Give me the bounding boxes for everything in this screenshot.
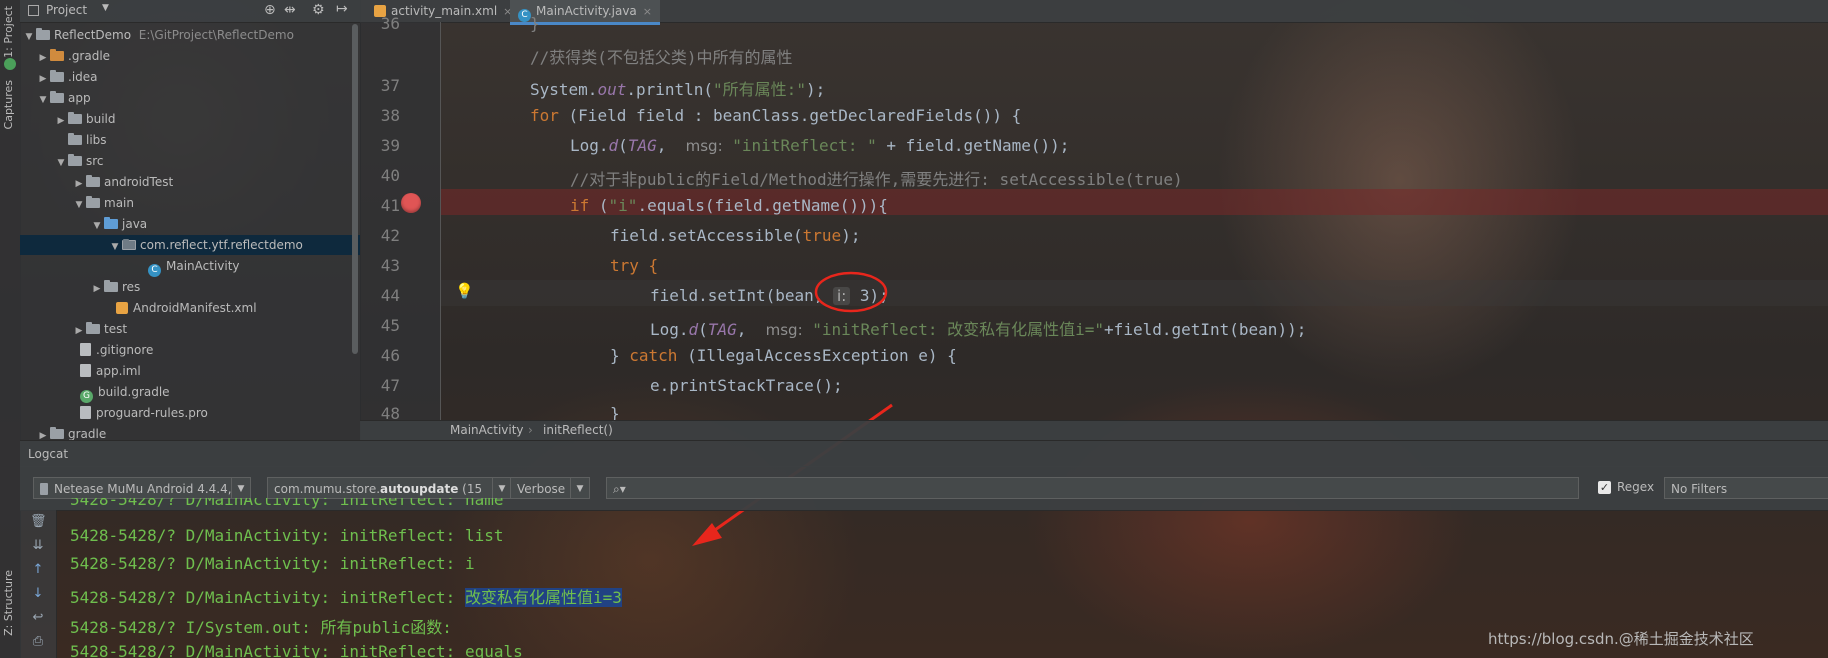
log-selection: 改变私有化属性值i=3 [464, 588, 622, 607]
scroll-end-icon[interactable]: ⇊ [30, 538, 46, 554]
chevron-down-icon[interactable]: ▼ [231, 478, 250, 498]
arrow-down-icon[interactable]: ↓ [30, 586, 46, 602]
log-line: 5428-5428/? D/MainActivity: initReflect:… [70, 526, 504, 545]
breadcrumb-method[interactable]: initReflect() [543, 423, 613, 437]
regex-checkbox[interactable]: ✓ [1598, 481, 1611, 494]
logcat-search-box[interactable]: ⌕▾ [606, 477, 1579, 499]
filter-value: No Filters [1671, 482, 1728, 496]
breadcrumb-separator: › [528, 423, 533, 437]
process-name: autoupdate [380, 482, 459, 496]
annotation-circle [814, 271, 888, 313]
trash-icon[interactable]: 🗑 [30, 514, 47, 530]
print-icon[interactable]: ⎙ [30, 634, 46, 650]
logcat-title-bar: Logcat [20, 440, 1828, 467]
device-select-value: Netease MuMu Android 4.4.4, [54, 482, 232, 496]
log-line: 5428-5428/? D/MainActivity: initReflect:… [70, 498, 504, 509]
log-line-selected: 5428-5428/? D/MainActivity: initReflect:… [70, 584, 622, 608]
chevron-down-icon[interactable]: ▼ [570, 478, 589, 498]
log-line: 5428-5428/? D/MainActivity: initReflect:… [70, 642, 523, 658]
process-select[interactable]: com.mumu.store.autoupdate (15 ▼ [267, 477, 512, 499]
device-select[interactable]: Netease MuMu Android 4.4.4, ▼ [33, 477, 251, 499]
log-level-value: Verbose [517, 482, 566, 496]
log-line-text: 5428-5428/? D/MainActivity: initReflect: [70, 588, 465, 607]
process-suffix: (15 [458, 482, 483, 496]
log-line: 5428-5428/? I/System.out: 所有public函数: [70, 618, 452, 637]
logcat-search-input[interactable] [629, 481, 1534, 497]
arrow-up-icon[interactable]: ↑ [30, 562, 46, 578]
process-prefix: com.mumu.store. [274, 482, 381, 496]
search-icon: ⌕▾ [613, 482, 626, 496]
log-line: 5428-5428/? D/MainActivity: initReflect:… [70, 554, 475, 573]
regex-label: Regex [1617, 480, 1655, 494]
watermark-text: https://blog.csdn.@稀土掘金技术社区 [1488, 630, 1754, 648]
logcat-side-toolbar: 🗑 ⇊ ↑ ↓ ↩ ⎙ [20, 510, 57, 658]
log-level-select[interactable]: Verbose ▼ [510, 477, 590, 499]
device-icon [40, 483, 48, 495]
chevron-down-icon[interactable]: ▼ [492, 478, 511, 498]
soft-wrap-icon[interactable]: ↩ [30, 610, 46, 626]
logcat-title: Logcat [28, 447, 69, 461]
filter-select[interactable]: No Filters [1664, 477, 1828, 499]
editor-breadcrumb: MainActivity › initReflect() [360, 420, 1828, 441]
breadcrumb-class[interactable]: MainActivity [450, 423, 524, 437]
